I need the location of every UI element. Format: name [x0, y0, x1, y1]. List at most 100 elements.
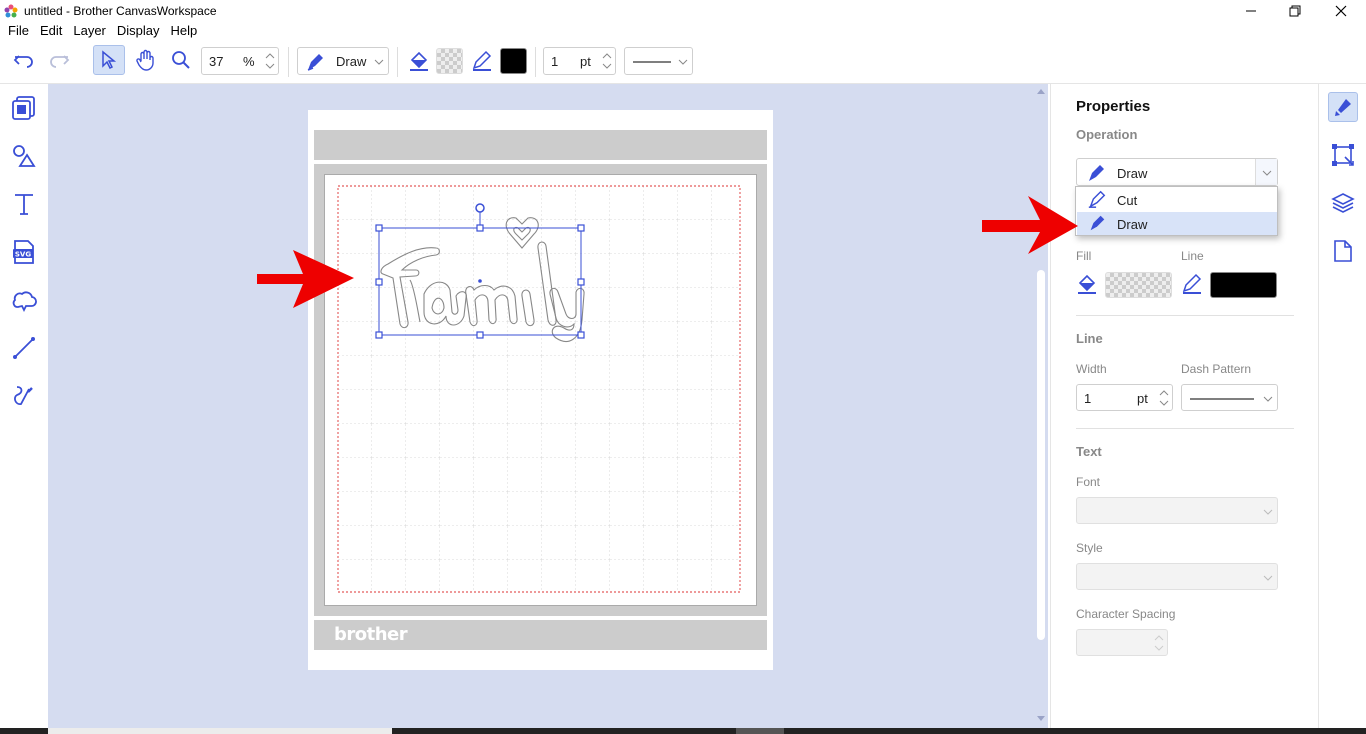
- style-dropdown[interactable]: [1076, 563, 1278, 590]
- menu-help[interactable]: Help: [167, 22, 202, 40]
- fill-color-swatch[interactable]: [436, 48, 463, 74]
- pattern-library-button[interactable]: [10, 94, 38, 122]
- line-width-input[interactable]: 1 pt: [543, 47, 616, 75]
- center-point: [478, 279, 482, 283]
- divider: [1076, 428, 1294, 429]
- font-label: Font: [1076, 475, 1101, 489]
- redo-button[interactable]: [43, 46, 75, 76]
- resize-handle[interactable]: [375, 331, 383, 339]
- pen-icon: [1088, 190, 1106, 208]
- svg-import-button[interactable]: SVG: [10, 238, 38, 266]
- dash-pattern-select[interactable]: [624, 47, 693, 75]
- transform-tab-button[interactable]: [1328, 140, 1358, 170]
- close-icon: [1335, 5, 1347, 17]
- solid-line-icon: [633, 61, 671, 63]
- main-toolbar: 37 % Draw 1 pt: [0, 40, 1366, 84]
- select-tool-button[interactable]: [93, 45, 125, 75]
- style-label: Style: [1076, 541, 1103, 555]
- line-tool-button[interactable]: [471, 50, 493, 75]
- spinner-arrows-icon[interactable]: [1158, 387, 1170, 409]
- freehand-button[interactable]: [10, 382, 38, 410]
- restore-button[interactable]: [1272, 0, 1318, 22]
- spinner-arrows-icon[interactable]: [1153, 632, 1165, 654]
- canvas-area[interactable]: brother: [48, 84, 1034, 728]
- resize-handle[interactable]: [577, 278, 585, 286]
- spinner-arrows-icon[interactable]: [264, 50, 276, 72]
- line-tool-left-button[interactable]: [10, 334, 38, 362]
- scroll-thumb[interactable]: [1037, 270, 1045, 640]
- select-arrow-icon: [102, 50, 117, 70]
- shapes-icon: [13, 145, 36, 167]
- freehand-icon: [14, 386, 33, 405]
- spinner-arrows-icon[interactable]: [601, 50, 613, 72]
- red-arrow-annotation: [982, 196, 1078, 254]
- line-color-label: Line: [1181, 249, 1204, 263]
- operation-option-cut[interactable]: Cut: [1077, 188, 1277, 211]
- resize-handle[interactable]: [476, 224, 484, 232]
- width-label: Width: [1076, 362, 1107, 376]
- magnifier-icon: [172, 51, 190, 69]
- scroll-up-icon[interactable]: [1037, 88, 1045, 94]
- taskbar-item[interactable]: [48, 728, 392, 734]
- resize-handle[interactable]: [577, 224, 585, 232]
- menu-edit[interactable]: Edit: [36, 22, 66, 40]
- menu-file[interactable]: File: [4, 22, 33, 40]
- shapes-button[interactable]: [10, 142, 38, 170]
- resize-handle[interactable]: [375, 224, 383, 232]
- chevron-down-icon: [1262, 170, 1272, 176]
- operation-select[interactable]: Draw: [297, 47, 389, 75]
- line-color-swatch[interactable]: [500, 48, 527, 74]
- page-tab-button[interactable]: [1328, 236, 1358, 266]
- chevron-down-icon: [1263, 575, 1273, 581]
- operation-option-draw[interactable]: Draw: [1077, 212, 1277, 235]
- redo-icon: [50, 55, 70, 68]
- text-section-label: Text: [1076, 444, 1102, 459]
- minimize-button[interactable]: [1228, 0, 1274, 22]
- option-label: Draw: [1117, 217, 1148, 232]
- zoom-tool-button[interactable]: [165, 45, 197, 75]
- scroll-down-icon[interactable]: [1037, 716, 1045, 722]
- resize-handle[interactable]: [476, 331, 484, 339]
- dash-pattern-dropdown[interactable]: [1181, 384, 1278, 411]
- pan-tool-button[interactable]: [130, 45, 162, 75]
- line-width-field[interactable]: 1 pt: [1076, 384, 1173, 411]
- menu-display[interactable]: Display: [113, 22, 164, 40]
- menu-layer[interactable]: Layer: [69, 22, 110, 40]
- properties-tab-button[interactable]: [1328, 92, 1358, 122]
- pen-icon: [1090, 215, 1105, 231]
- properties-panel: Properties Operation Draw Fill Line Line…: [1050, 84, 1318, 734]
- menu-bar: File Edit Layer Display Help: [0, 22, 1366, 40]
- chevron-down-icon: [1263, 396, 1273, 402]
- resize-handle[interactable]: [375, 278, 383, 286]
- resize-handle[interactable]: [577, 331, 585, 339]
- operation-label: Operation: [1076, 127, 1138, 142]
- dropdown-toggle[interactable]: [1255, 159, 1277, 185]
- fill-bucket-icon[interactable]: [1076, 273, 1098, 295]
- taskbar: [0, 728, 1366, 734]
- svg-text:SVG: SVG: [15, 251, 31, 259]
- operation-dropdown-list: Cut Draw: [1075, 186, 1278, 236]
- fill-color-swatch[interactable]: [1105, 272, 1172, 298]
- operation-dropdown[interactable]: Draw: [1076, 158, 1278, 186]
- cloud-shape-button[interactable]: [10, 286, 38, 314]
- page-icon: [1334, 240, 1352, 262]
- line-pen-icon: [472, 50, 492, 71]
- zoom-input[interactable]: 37 %: [201, 47, 279, 75]
- close-button[interactable]: [1318, 0, 1364, 22]
- rotate-handle[interactable]: [475, 203, 485, 213]
- fill-bucket-icon: [410, 51, 428, 71]
- operation-value: Draw: [336, 54, 367, 69]
- text-tool-button[interactable]: [10, 190, 38, 218]
- line-pen-icon[interactable]: [1181, 273, 1203, 295]
- undo-button[interactable]: [8, 46, 40, 76]
- fill-tool-button[interactable]: [408, 50, 430, 75]
- layers-tab-button[interactable]: [1328, 188, 1358, 218]
- font-dropdown[interactable]: [1076, 497, 1278, 524]
- canvas-vertical-scrollbar[interactable]: [1034, 84, 1048, 728]
- pen-icon: [307, 54, 323, 71]
- solid-line-icon: [1190, 398, 1254, 400]
- taskbar-item[interactable]: [736, 728, 784, 734]
- design-surface: [257, 185, 741, 593]
- line-color-swatch[interactable]: [1210, 272, 1277, 298]
- character-spacing-field[interactable]: [1076, 629, 1168, 656]
